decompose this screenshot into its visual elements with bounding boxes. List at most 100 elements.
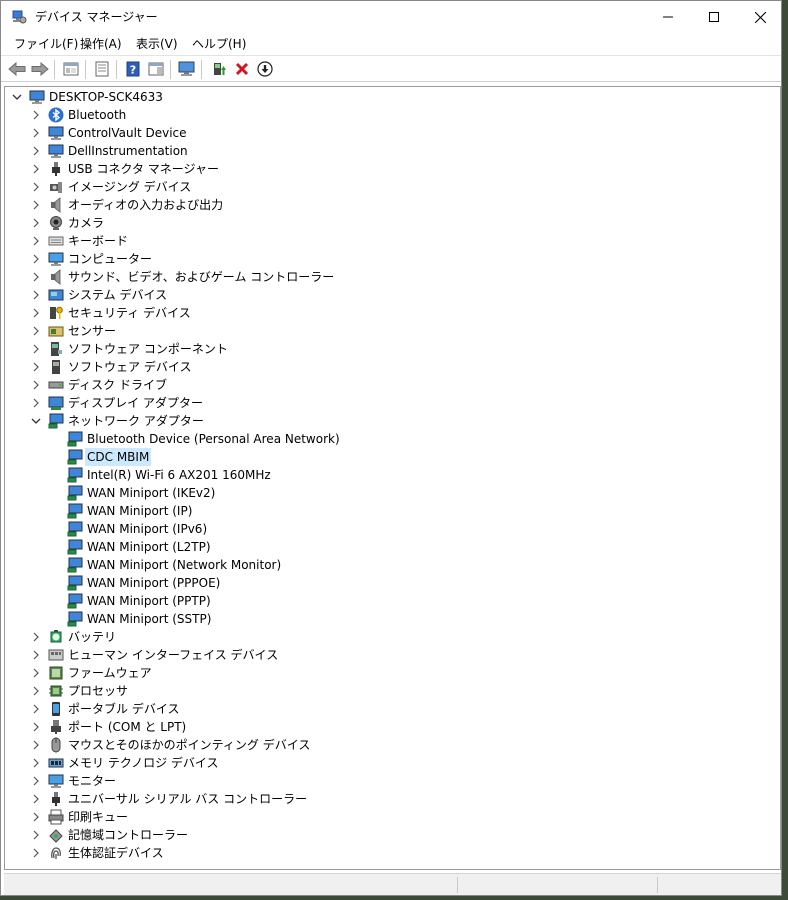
chevron-right-icon[interactable] bbox=[30, 376, 42, 394]
chevron-right-icon[interactable] bbox=[30, 628, 42, 646]
tree-category-monitor-device[interactable]: DellInstrumentation bbox=[5, 142, 780, 160]
chevron-right-icon[interactable] bbox=[30, 340, 42, 358]
chevron-right-icon[interactable] bbox=[30, 664, 42, 682]
tree-category-battery[interactable]: バッテリ bbox=[5, 628, 780, 646]
chevron-right-icon[interactable] bbox=[30, 124, 42, 142]
chevron-right-icon[interactable] bbox=[30, 790, 42, 808]
menu-action[interactable]: 操作(A) bbox=[79, 35, 123, 53]
chevron-right-icon[interactable] bbox=[30, 214, 42, 232]
update-driver-button[interactable] bbox=[209, 60, 229, 80]
tree-category-fingerprint[interactable]: 生体認証デバイス bbox=[5, 844, 780, 862]
tree-category-mouse[interactable]: マウスとそのほかのポインティング デバイス bbox=[5, 736, 780, 754]
tree-child-intel-r-wi-fi-6-ax201-160mhz[interactable]: Intel(R) Wi-Fi 6 AX201 160MHz bbox=[5, 466, 780, 484]
properties-button[interactable] bbox=[92, 60, 112, 80]
tree-child-wan-miniport-ipv6[interactable]: WAN Miniport (IPv6) bbox=[5, 520, 780, 538]
tree-category-port[interactable]: ポート (COM と LPT) bbox=[5, 718, 780, 736]
tree-category-sensor[interactable]: センサー bbox=[5, 322, 780, 340]
tree-category-hid[interactable]: ヒューマン インターフェイス デバイス bbox=[5, 646, 780, 664]
show-hide-console-tree-button[interactable] bbox=[61, 60, 81, 80]
chevron-right-icon[interactable] bbox=[30, 394, 42, 412]
tree-category-camera-imaging[interactable]: イメージング デバイス bbox=[5, 178, 780, 196]
tree-category-monitor-device[interactable]: ControlVault Device bbox=[5, 124, 780, 142]
menu-help[interactable]: ヘルプ(H) bbox=[191, 35, 247, 53]
tree-category-software-device[interactable]: ソフトウェア デバイス bbox=[5, 358, 780, 376]
chevron-right-icon[interactable] bbox=[30, 826, 42, 844]
tree-category-webcam[interactable]: カメラ bbox=[5, 214, 780, 232]
tree-category-bluetooth[interactable]: Bluetooth bbox=[5, 106, 780, 124]
tree-category-monitor[interactable]: モニター bbox=[5, 772, 780, 790]
menu-file[interactable]: ファイル(F) bbox=[13, 35, 79, 53]
chevron-down-icon[interactable] bbox=[30, 412, 42, 430]
tree-child-wan-miniport-pppoe[interactable]: WAN Miniport (PPPOE) bbox=[5, 574, 780, 592]
chevron-right-icon[interactable] bbox=[30, 304, 42, 322]
tree-category-security-key[interactable]: セキュリティ デバイス bbox=[5, 304, 780, 322]
chevron-right-icon[interactable] bbox=[30, 718, 42, 736]
tree-category-usb[interactable]: USB コネクタ マネージャー bbox=[5, 160, 780, 178]
tree-category-keyboard[interactable]: キーボード bbox=[5, 232, 780, 250]
close-button[interactable] bbox=[737, 1, 783, 33]
menu-view[interactable]: 表示(V) bbox=[135, 35, 179, 53]
chevron-right-icon[interactable] bbox=[30, 736, 42, 754]
chevron-right-icon[interactable] bbox=[30, 250, 42, 268]
action-pane-button[interactable] bbox=[146, 60, 166, 80]
tree-category-speaker[interactable]: サウンド、ビデオ、およびゲーム コントローラー bbox=[5, 268, 780, 286]
forward-button[interactable] bbox=[30, 60, 50, 80]
tree-root[interactable]: DESKTOP-SCK4633 bbox=[5, 88, 780, 106]
chevron-right-icon[interactable] bbox=[30, 754, 42, 772]
toolbar-separator bbox=[201, 60, 202, 79]
tree-category-processor[interactable]: プロセッサ bbox=[5, 682, 780, 700]
tree-category-usb[interactable]: ユニバーサル シリアル バス コントローラー bbox=[5, 790, 780, 808]
title-bar[interactable]: デバイス マネージャー bbox=[1, 1, 781, 33]
tree-category-storage-controller[interactable]: 記憶域コントローラー bbox=[5, 826, 780, 844]
chevron-right-icon[interactable] bbox=[30, 646, 42, 664]
chevron-right-icon[interactable] bbox=[30, 844, 42, 862]
update-driver-icon bbox=[211, 61, 227, 80]
tree-category-software-component[interactable]: ソフトウェア コンポーネント bbox=[5, 340, 780, 358]
chevron-right-icon[interactable] bbox=[30, 196, 42, 214]
maximize-button[interactable] bbox=[691, 1, 737, 33]
chevron-right-icon[interactable] bbox=[30, 286, 42, 304]
chevron-right-icon[interactable] bbox=[30, 772, 42, 790]
chevron-right-icon[interactable] bbox=[30, 700, 42, 718]
chevron-right-icon[interactable] bbox=[30, 322, 42, 340]
disable-device-button[interactable] bbox=[255, 60, 275, 80]
tree-child-wan-miniport-pptp[interactable]: WAN Miniport (PPTP) bbox=[5, 592, 780, 610]
tree-child-label: WAN Miniport (IKEv2) bbox=[87, 486, 216, 500]
chevron-right-icon[interactable] bbox=[30, 178, 42, 196]
chevron-right-icon[interactable] bbox=[30, 160, 42, 178]
storage-controller-icon bbox=[48, 827, 64, 843]
tree-category-speaker[interactable]: オーディオの入力および出力 bbox=[5, 196, 780, 214]
tree-child-wan-miniport-ikev2[interactable]: WAN Miniport (IKEv2) bbox=[5, 484, 780, 502]
tree-child-cdc-mbim[interactable]: CDC MBIM bbox=[5, 448, 780, 466]
scan-hardware-button[interactable] bbox=[177, 60, 197, 80]
device-tree[interactable]: DESKTOP-SCK4633 Bluetooth ControlVault Dev… bbox=[4, 86, 781, 870]
help-button[interactable]: ? bbox=[123, 60, 143, 80]
tree-child-wan-miniport-ip[interactable]: WAN Miniport (IP) bbox=[5, 502, 780, 520]
minimize-button[interactable] bbox=[645, 1, 691, 33]
tree-child-wan-miniport-network-monitor[interactable]: WAN Miniport (Network Monitor) bbox=[5, 556, 780, 574]
chevron-right-icon[interactable] bbox=[30, 682, 42, 700]
tree-child-wan-miniport-l2tp[interactable]: WAN Miniport (L2TP) bbox=[5, 538, 780, 556]
tree-category-printer[interactable]: 印刷キュー bbox=[5, 808, 780, 826]
tree-category-memory[interactable]: メモリ テクノロジ デバイス bbox=[5, 754, 780, 772]
tree-category-firmware[interactable]: ファームウェア bbox=[5, 664, 780, 682]
chevron-right-icon[interactable] bbox=[30, 268, 42, 286]
tree-category-computer[interactable]: コンピューター bbox=[5, 250, 780, 268]
tree-child-bluetooth-device-personal-area-network[interactable]: Bluetooth Device (Personal Area Network) bbox=[5, 430, 780, 448]
uninstall-device-button[interactable] bbox=[232, 60, 252, 80]
back-button[interactable] bbox=[7, 60, 27, 80]
chevron-right-icon[interactable] bbox=[30, 142, 42, 160]
tree-child-wan-miniport-sstp[interactable]: WAN Miniport (SSTP) bbox=[5, 610, 780, 628]
tree-category-system-device[interactable]: システム デバイス bbox=[5, 286, 780, 304]
network-adapter-icon bbox=[67, 611, 83, 627]
chevron-right-icon[interactable] bbox=[30, 808, 42, 826]
chevron-right-icon[interactable] bbox=[30, 358, 42, 376]
tree-category-disk-drive[interactable]: ディスク ドライブ bbox=[5, 376, 780, 394]
tree-category-portable-device[interactable]: ポータブル デバイス bbox=[5, 700, 780, 718]
chevron-right-icon[interactable] bbox=[30, 232, 42, 250]
tree-category-display-adapter[interactable]: ディスプレイ アダプター bbox=[5, 394, 780, 412]
battery-icon bbox=[48, 629, 64, 645]
chevron-right-icon[interactable] bbox=[30, 106, 42, 124]
chevron-down-icon[interactable] bbox=[11, 88, 23, 106]
tree-category-network-adapter[interactable]: ネットワーク アダプター bbox=[5, 412, 780, 430]
